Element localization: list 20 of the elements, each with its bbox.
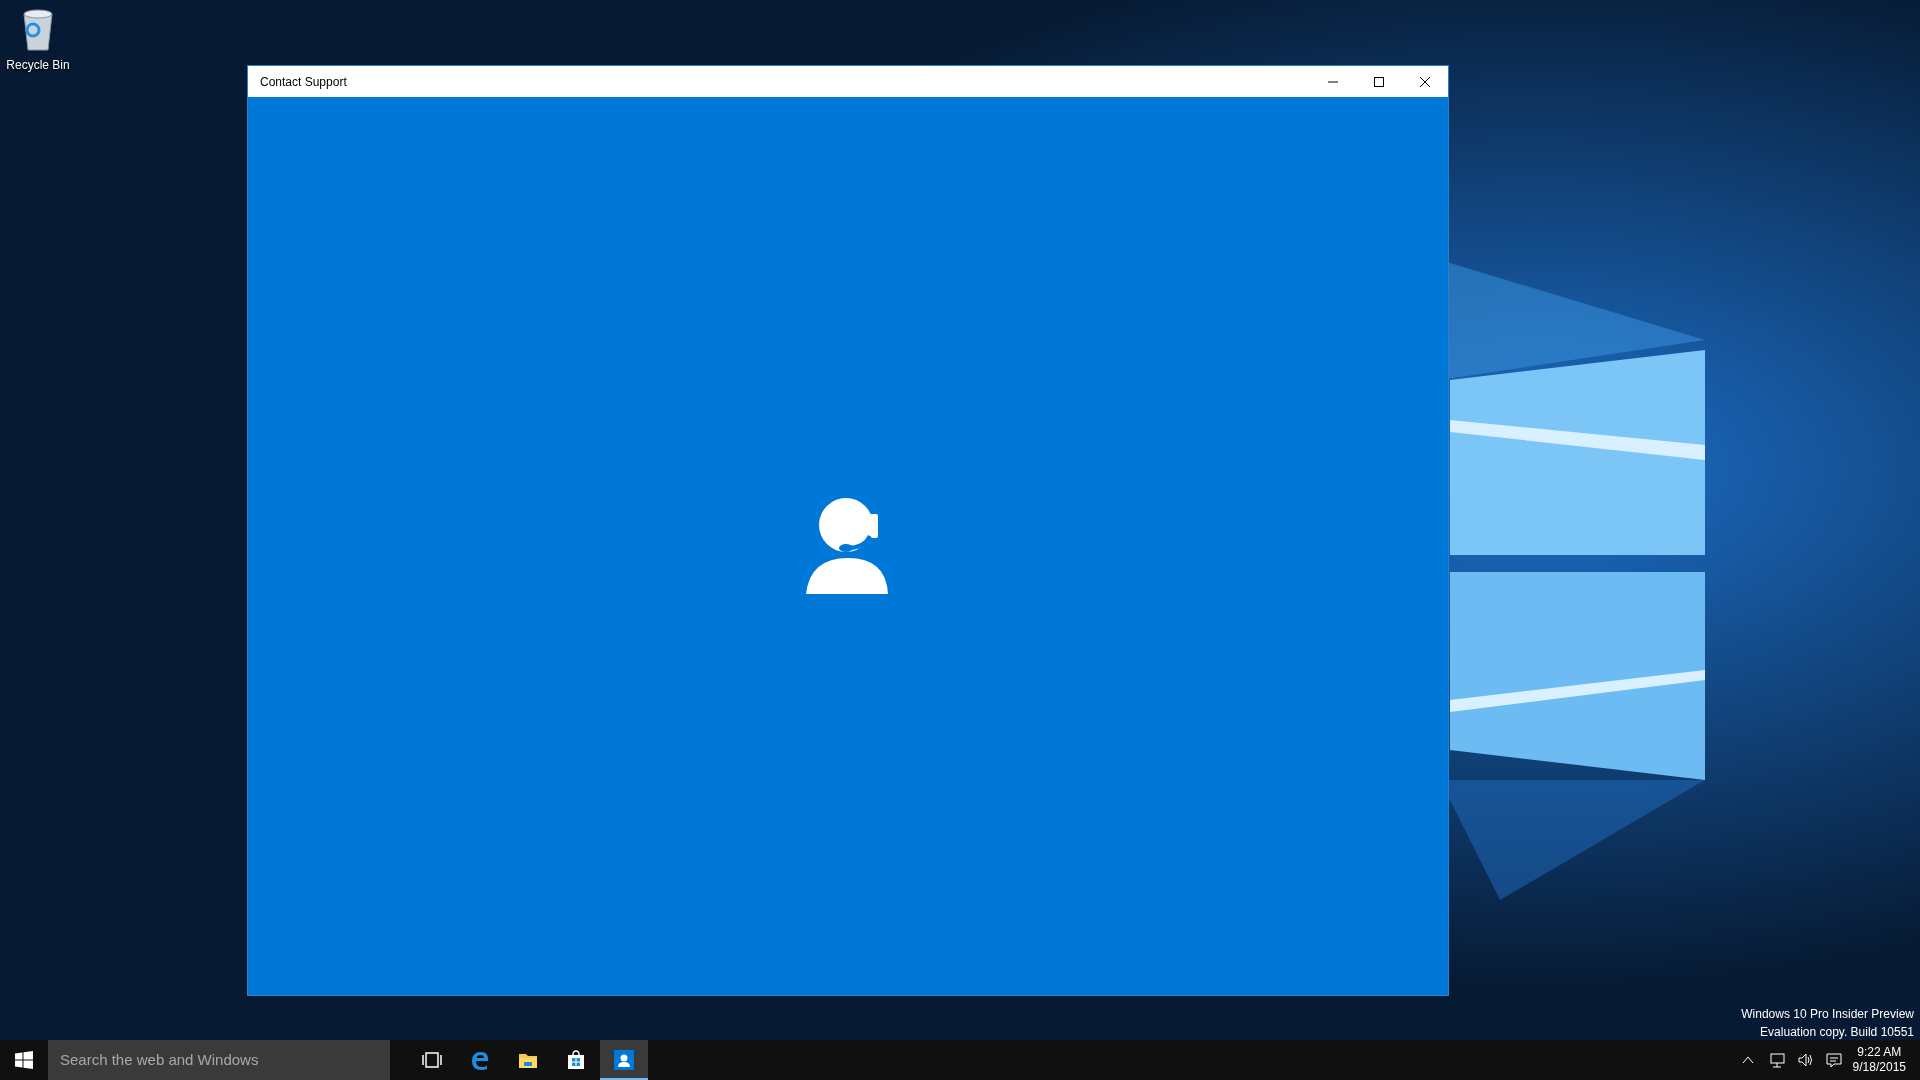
search-field[interactable]: Search the web and Windows (48, 1040, 390, 1080)
watermark-text: Windows 10 Pro Insider Preview (1741, 1006, 1914, 1023)
task-view-icon (422, 1050, 442, 1070)
windows-logo-icon (15, 1051, 33, 1069)
clock-time[interactable]: 9:22 AM (1852, 1045, 1906, 1060)
support-agent-icon (614, 1050, 634, 1070)
maximize-icon (1374, 76, 1384, 87)
close-icon (1420, 76, 1430, 87)
notification-icon[interactable] (1824, 1051, 1843, 1069)
browser-icon (470, 1050, 490, 1070)
watermark-text: Evaluation copy. Build 10551 (1759, 1024, 1914, 1041)
volume-icon[interactable] (1796, 1051, 1815, 1069)
icon-label: Recycle Bin (6, 57, 70, 74)
taskbar-app-button[interactable] (600, 1040, 648, 1080)
clock-date[interactable]: 9/18/2015 (1852, 1060, 1906, 1075)
shopping-bag-icon (566, 1050, 586, 1070)
minimize-icon (1328, 80, 1338, 83)
network-icon[interactable] (1768, 1051, 1787, 1069)
window-title: Contact Support (259, 73, 348, 91)
support-agent-icon (806, 496, 890, 596)
